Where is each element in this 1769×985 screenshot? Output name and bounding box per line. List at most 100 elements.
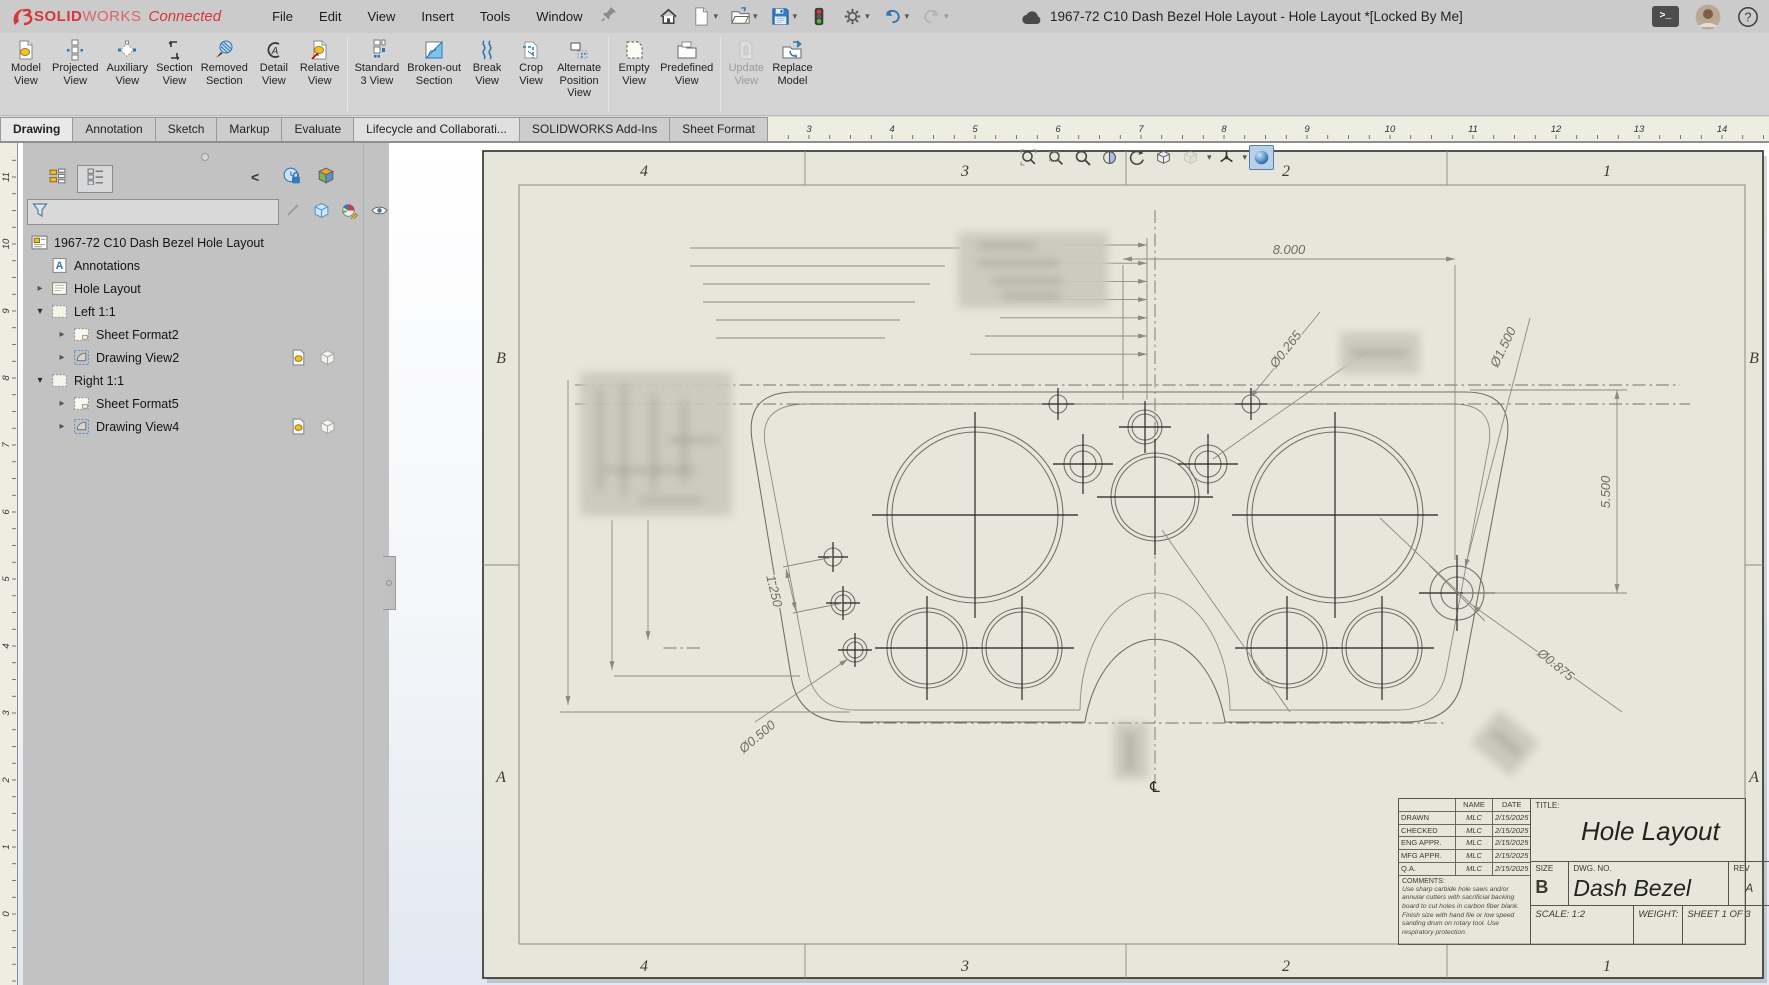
menu-insert[interactable]: Insert [408, 5, 467, 28]
tab-annotation[interactable]: Annotation [72, 117, 155, 141]
home-button[interactable] [655, 4, 682, 29]
pin-icon[interactable] [600, 5, 618, 28]
menu-tools[interactable]: Tools [467, 5, 523, 28]
settings-button[interactable]: ▾ [839, 4, 873, 29]
hud-zoom-area-button[interactable] [1043, 145, 1068, 170]
tree-expander-icon[interactable]: ▾ [34, 375, 46, 386]
tree-root-item[interactable]: 1967-72 C10 Dash Bezel Hole Layout [23, 231, 363, 254]
caret-down-icon[interactable]: ▾ [1243, 152, 1248, 163]
menu-edit[interactable]: Edit [306, 5, 354, 28]
detail-view-button[interactable]: ADetailView [252, 33, 296, 115]
tree-expander-icon[interactable]: ▸ [56, 421, 68, 432]
redo-button[interactable]: ▾ [918, 4, 952, 29]
tree-expander-icon[interactable]: ▸ [34, 283, 46, 294]
h-ruler-number: 12 [1551, 124, 1562, 135]
new-document-button[interactable]: ▾ [688, 4, 722, 29]
hud-3d-view-button[interactable] [1151, 145, 1176, 170]
tab-lifecycle-and-collaborati[interactable]: Lifecycle and Collaborati... [353, 117, 520, 141]
toolbar-button-label: Removed [201, 62, 248, 75]
svg-text:A: A [56, 260, 64, 272]
tree-item-hole-layout[interactable]: ▸Hole Layout [23, 277, 363, 300]
status-light-button[interactable] [806, 4, 833, 29]
tab-evaluate[interactable]: Evaluate [281, 117, 354, 141]
help-icon[interactable]: ? [1737, 6, 1759, 28]
replace-model-button[interactable]: ReplaceModel [768, 33, 816, 115]
caret-down-icon[interactable]: ▾ [753, 11, 758, 22]
undo-button[interactable]: ▾ [879, 4, 913, 29]
save-button[interactable]: ▾ [767, 4, 801, 29]
hud-display-style-button[interactable] [1249, 145, 1274, 170]
no-pencil-icon[interactable] [285, 202, 301, 223]
transparent-cube-icon[interactable] [313, 202, 330, 224]
hud-rotate-button[interactable] [1124, 145, 1149, 170]
tree-item-sheet-format5[interactable]: ▸Sheet Format5 [23, 392, 363, 415]
auxiliary-view-button[interactable]: AuxiliaryView [102, 33, 152, 115]
broken-out-section-button[interactable]: Broken-outSection [403, 33, 465, 115]
tree-item-drawing-view2[interactable]: ▸Drawing View2 [23, 346, 363, 369]
svg-text:?: ? [1745, 10, 1752, 24]
home-icon [658, 6, 679, 27]
tree-item-right-1-1[interactable]: ▾Right 1:1 [23, 369, 363, 392]
cube-badge-icon [319, 349, 336, 369]
alternate-position-view-button[interactable]: AlternatePositionView [553, 33, 605, 115]
v-ruler-number: 5 [1, 576, 12, 582]
caret-down-icon[interactable]: ▾ [865, 11, 870, 22]
view-cube-icon[interactable] [317, 167, 335, 190]
removed-section-button[interactable]: RemovedSection [197, 33, 252, 115]
h-ruler-number: 4 [889, 124, 894, 135]
tree-filter-input[interactable] [27, 199, 279, 225]
panel-grip-icon[interactable] [201, 153, 209, 161]
menu-view[interactable]: View [354, 5, 408, 28]
tab-sheet-format[interactable]: Sheet Format [669, 117, 768, 141]
caret-down-icon[interactable]: ▾ [905, 11, 910, 22]
tab-markup[interactable]: Markup [216, 117, 282, 141]
command-console-icon[interactable]: >_ [1652, 6, 1679, 27]
crop-view-button[interactable]: CropView [509, 33, 553, 115]
hud-orientation-button[interactable] [1214, 145, 1239, 170]
user-avatar[interactable] [1695, 4, 1721, 30]
caret-down-icon[interactable]: ▾ [944, 11, 949, 22]
hud-zoom-fit-button[interactable] [1016, 145, 1041, 170]
tree-item-sheet-format2[interactable]: ▸Sheet Format2 [23, 323, 363, 346]
section-view-button[interactable]: SectionView [152, 33, 197, 115]
tree-item-left-1-1[interactable]: ▾Left 1:1 [23, 300, 363, 323]
tab-solidworks-add-ins[interactable]: SOLIDWORKS Add-Ins [519, 117, 670, 141]
tab-feature-tree[interactable] [39, 165, 75, 193]
menu-file[interactable]: File [259, 5, 306, 28]
empty-view-button[interactable]: EmptyView [612, 33, 656, 115]
caret-down-icon[interactable]: ▾ [714, 11, 719, 22]
tree-expander-icon[interactable]: ▸ [56, 398, 68, 409]
standard-3-view-button[interactable]: Standard3 View [351, 33, 404, 115]
break-view-button[interactable]: BreakView [465, 33, 509, 115]
dim-overall-height[interactable]: 5.500 [1598, 475, 1613, 508]
tab-sketch[interactable]: Sketch [155, 117, 218, 141]
dim-overall-width[interactable]: 8.000 [1273, 242, 1306, 257]
caret-down-icon[interactable]: ▾ [1207, 152, 1212, 163]
tree-expander-icon[interactable]: ▸ [56, 352, 68, 363]
hud-section-button[interactable] [1097, 145, 1122, 170]
relative-view-button[interactable]: RelativeView [296, 33, 344, 115]
tree-item-annotations[interactable]: AAnnotations [23, 254, 363, 277]
collapse-panel-arrow[interactable]: < [251, 169, 259, 185]
predefined-view-button[interactable]: PredefinedView [656, 33, 717, 115]
heads-up-view-toolbar: ▾▾ [1016, 145, 1274, 170]
break-view-icon [476, 39, 498, 61]
projected-view-button[interactable]: ProjectedView [48, 33, 102, 115]
tree-expander-icon[interactable]: ▸ [56, 329, 68, 340]
tab-display-pane[interactable] [77, 165, 113, 193]
title-label: TITLE: [1535, 801, 1765, 810]
hide-show-icon[interactable] [371, 202, 388, 224]
model-view-button[interactable]: ModelView [4, 33, 48, 115]
tree-item-label: Drawing View4 [96, 420, 179, 434]
caret-down-icon[interactable]: ▾ [793, 11, 798, 22]
tree-expander-icon[interactable]: ▾ [34, 306, 46, 317]
hud-hide-show-button[interactable] [1178, 145, 1203, 170]
lock-status-icon[interactable] [283, 167, 301, 190]
panel-splitter-handle[interactable] [383, 556, 396, 610]
tab-drawing[interactable]: Drawing [0, 117, 73, 141]
hud-zoom-button[interactable] [1070, 145, 1095, 170]
tree-item-drawing-view4[interactable]: ▸ Drawing View4 [23, 415, 363, 438]
menu-window[interactable]: Window [523, 5, 595, 28]
display-states-icon[interactable] [341, 202, 358, 224]
open-button[interactable]: ▾ [727, 4, 761, 29]
